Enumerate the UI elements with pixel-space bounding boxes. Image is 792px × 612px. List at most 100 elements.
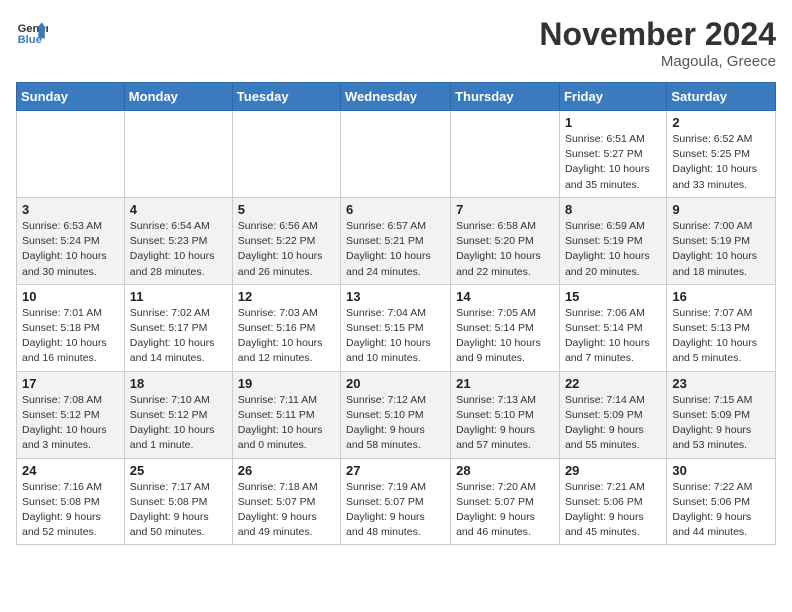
calendar-cell: 22Sunrise: 7:14 AM Sunset: 5:09 PM Dayli… — [559, 371, 666, 458]
day-number: 26 — [238, 463, 335, 478]
day-info: Sunrise: 7:20 AM Sunset: 5:07 PM Dayligh… — [456, 480, 554, 541]
header: General Blue November 2024 Magoula, Gree… — [16, 16, 776, 70]
day-info: Sunrise: 7:06 AM Sunset: 5:14 PM Dayligh… — [565, 306, 661, 367]
day-number: 13 — [346, 289, 445, 304]
day-info: Sunrise: 6:57 AM Sunset: 5:21 PM Dayligh… — [346, 219, 445, 280]
calendar-cell: 17 Sunrise: 7:08 AM Sunset: 5:12 PM Dayli… — [17, 371, 125, 458]
day-number: 20 — [346, 376, 445, 391]
calendar-cell: 1 Sunrise: 6:51 AM Sunset: 5:27 PM Daylig… — [559, 111, 666, 198]
day-number: 27 — [346, 463, 445, 478]
calendar-table: SundayMondayTuesdayWednesdayThursdayFrid… — [16, 82, 776, 545]
day-number: 4 — [130, 202, 227, 217]
calendar-cell: 26 Sunrise: 7:18 AM Sunset: 5:07 PM Dayli… — [232, 458, 340, 545]
calendar-cell: 7 Sunrise: 6:58 AM Sunset: 5:20 PM Daylig… — [451, 197, 560, 284]
day-info: Sunrise: 7:02 AM Sunset: 5:17 PM Dayligh… — [130, 306, 227, 367]
day-info: Sunrise: 7:17 AM Sunset: 5:08 PM Dayligh… — [130, 480, 227, 541]
day-number: 1 — [565, 115, 661, 130]
day-number: 25 — [130, 463, 227, 478]
col-header-wednesday: Wednesday — [341, 83, 451, 111]
calendar-cell: 13 Sunrise: 7:04 AM Sunset: 5:15 PM Dayli… — [341, 284, 451, 371]
calendar-cell: 9 Sunrise: 7:00 AM Sunset: 5:19 PM Daylig… — [667, 197, 776, 284]
day-info: Sunrise: 7:14 AM Sunset: 5:09 PM Dayligh… — [565, 393, 661, 454]
day-number: 23 — [672, 376, 770, 391]
logo-icon: General Blue — [16, 16, 48, 48]
day-info: Sunrise: 6:58 AM Sunset: 5:20 PM Dayligh… — [456, 219, 554, 280]
col-header-saturday: Saturday — [667, 83, 776, 111]
calendar-cell: 5 Sunrise: 6:56 AM Sunset: 5:22 PM Daylig… — [232, 197, 340, 284]
day-info: Sunrise: 7:18 AM Sunset: 5:07 PM Dayligh… — [238, 480, 335, 541]
week-row-3: 10 Sunrise: 7:01 AM Sunset: 5:18 PM Dayli… — [17, 284, 776, 371]
day-number: 8 — [565, 202, 661, 217]
day-number: 3 — [22, 202, 119, 217]
calendar-cell: 28 Sunrise: 7:20 AM Sunset: 5:07 PM Dayli… — [451, 458, 560, 545]
svg-text:Blue: Blue — [18, 34, 42, 46]
calendar-cell — [124, 111, 232, 198]
day-number: 6 — [346, 202, 445, 217]
day-number: 17 — [22, 376, 119, 391]
day-number: 21 — [456, 376, 554, 391]
calendar-cell — [232, 111, 340, 198]
day-info: Sunrise: 7:07 AM Sunset: 5:13 PM Dayligh… — [672, 306, 770, 367]
day-info: Sunrise: 7:01 AM Sunset: 5:18 PM Dayligh… — [22, 306, 119, 367]
calendar-cell: 4 Sunrise: 6:54 AM Sunset: 5:23 PM Daylig… — [124, 197, 232, 284]
col-header-friday: Friday — [559, 83, 666, 111]
day-info: Sunrise: 6:52 AM Sunset: 5:25 PM Dayligh… — [672, 132, 770, 193]
day-number: 10 — [22, 289, 119, 304]
day-info: Sunrise: 7:22 AM Sunset: 5:06 PM Dayligh… — [672, 480, 770, 541]
calendar-cell: 29 Sunrise: 7:21 AM Sunset: 5:06 PM Dayli… — [559, 458, 666, 545]
day-info: Sunrise: 7:21 AM Sunset: 5:06 PM Dayligh… — [565, 480, 661, 541]
day-info: Sunrise: 6:54 AM Sunset: 5:23 PM Dayligh… — [130, 219, 227, 280]
day-number: 19 — [238, 376, 335, 391]
day-info: Sunrise: 7:13 AM Sunset: 5:10 PM Dayligh… — [456, 393, 554, 454]
day-info: Sunrise: 6:59 AM Sunset: 5:19 PM Dayligh… — [565, 219, 661, 280]
title-area: November 2024 Magoula, Greece — [539, 16, 776, 70]
day-info: Sunrise: 6:51 AM Sunset: 5:27 PM Dayligh… — [565, 132, 661, 193]
day-number: 30 — [672, 463, 770, 478]
day-number: 16 — [672, 289, 770, 304]
week-row-1: 1 Sunrise: 6:51 AM Sunset: 5:27 PM Daylig… — [17, 111, 776, 198]
day-number: 2 — [672, 115, 770, 130]
calendar-cell: 6 Sunrise: 6:57 AM Sunset: 5:21 PM Daylig… — [341, 197, 451, 284]
day-number: 9 — [672, 202, 770, 217]
day-number: 29 — [565, 463, 661, 478]
day-number: 28 — [456, 463, 554, 478]
day-info: Sunrise: 7:16 AM Sunset: 5:08 PM Dayligh… — [22, 480, 119, 541]
day-number: 15 — [565, 289, 661, 304]
day-info: Sunrise: 7:04 AM Sunset: 5:15 PM Dayligh… — [346, 306, 445, 367]
calendar-cell: 10 Sunrise: 7:01 AM Sunset: 5:18 PM Dayli… — [17, 284, 125, 371]
day-info: Sunrise: 7:12 AM Sunset: 5:10 PM Dayligh… — [346, 393, 445, 454]
day-number: 24 — [22, 463, 119, 478]
calendar-cell: 16 Sunrise: 7:07 AM Sunset: 5:13 PM Dayli… — [667, 284, 776, 371]
day-number: 18 — [130, 376, 227, 391]
day-number: 5 — [238, 202, 335, 217]
day-info: Sunrise: 6:56 AM Sunset: 5:22 PM Dayligh… — [238, 219, 335, 280]
week-row-2: 3Sunrise: 6:53 AM Sunset: 5:24 PM Daylig… — [17, 197, 776, 284]
calendar-cell — [451, 111, 560, 198]
location: Magoula, Greece — [539, 53, 776, 70]
calendar-cell — [341, 111, 451, 198]
day-info: Sunrise: 7:08 AM Sunset: 5:12 PM Dayligh… — [22, 393, 119, 454]
day-info: Sunrise: 7:15 AM Sunset: 5:09 PM Dayligh… — [672, 393, 770, 454]
calendar-cell: 23 Sunrise: 7:15 AM Sunset: 5:09 PM Dayli… — [667, 371, 776, 458]
day-info: Sunrise: 7:00 AM Sunset: 5:19 PM Dayligh… — [672, 219, 770, 280]
day-info: Sunrise: 7:10 AM Sunset: 5:12 PM Dayligh… — [130, 393, 227, 454]
header-row: SundayMondayTuesdayWednesdayThursdayFrid… — [17, 83, 776, 111]
logo: General Blue — [16, 16, 48, 48]
day-info: Sunrise: 7:19 AM Sunset: 5:07 PM Dayligh… — [346, 480, 445, 541]
day-number: 7 — [456, 202, 554, 217]
calendar-cell: 12Sunrise: 7:03 AM Sunset: 5:16 PM Dayli… — [232, 284, 340, 371]
calendar-cell: 25 Sunrise: 7:17 AM Sunset: 5:08 PM Dayli… — [124, 458, 232, 545]
week-row-4: 17 Sunrise: 7:08 AM Sunset: 5:12 PM Dayli… — [17, 371, 776, 458]
day-info: Sunrise: 7:11 AM Sunset: 5:11 PM Dayligh… — [238, 393, 335, 454]
calendar-cell — [17, 111, 125, 198]
calendar-cell: 14Sunrise: 7:05 AM Sunset: 5:14 PM Dayli… — [451, 284, 560, 371]
calendar-cell: 8 Sunrise: 6:59 AM Sunset: 5:19 PM Daylig… — [559, 197, 666, 284]
col-header-monday: Monday — [124, 83, 232, 111]
col-header-sunday: Sunday — [17, 83, 125, 111]
week-row-5: 24 Sunrise: 7:16 AM Sunset: 5:08 PM Dayli… — [17, 458, 776, 545]
day-number: 12 — [238, 289, 335, 304]
col-header-tuesday: Tuesday — [232, 83, 340, 111]
calendar-cell: 18 Sunrise: 7:10 AM Sunset: 5:12 PM Dayli… — [124, 371, 232, 458]
calendar-cell: 21 Sunrise: 7:13 AM Sunset: 5:10 PM Dayli… — [451, 371, 560, 458]
calendar-cell: 27 Sunrise: 7:19 AM Sunset: 5:07 PM Dayli… — [341, 458, 451, 545]
